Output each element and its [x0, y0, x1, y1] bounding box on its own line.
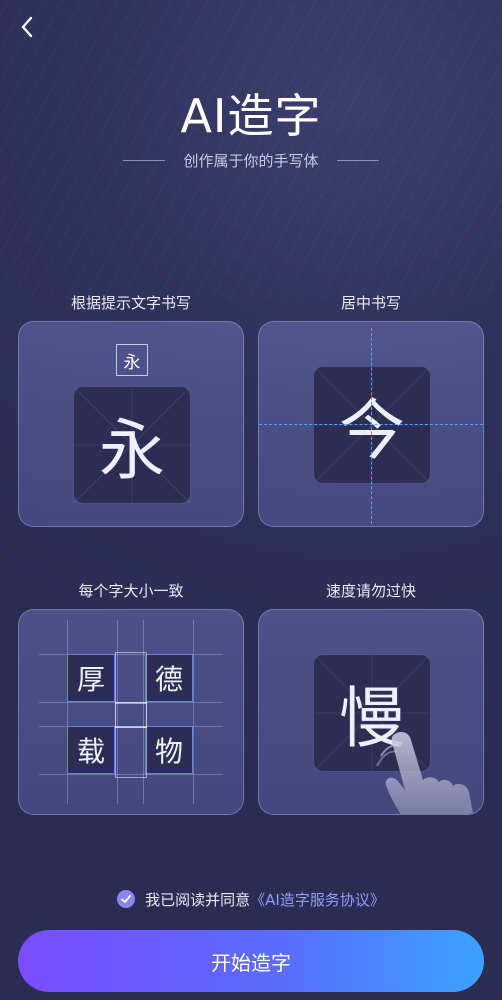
start-button[interactable]: 开始造字 — [18, 930, 484, 992]
divider-right — [336, 159, 379, 161]
tip-card-center: 今 — [258, 321, 484, 527]
subtitle: 创作属于你的手写体 — [0, 148, 502, 172]
writing-tile: 今 — [313, 366, 431, 484]
divider-left — [123, 159, 166, 161]
sample-char: 今 — [339, 392, 405, 469]
tip-card-prompt: 永 永 — [18, 321, 244, 527]
grid-char: 载 — [67, 726, 115, 774]
tip-card-size: 厚 德 载 物 — [18, 609, 244, 815]
writing-tile: 永 — [73, 386, 191, 504]
agreement-row: 我已阅读并同意 《AI造字服务协议》 — [0, 886, 502, 912]
grid-char: 物 — [145, 726, 193, 774]
tip-label-prompt: 根据提示文字书写 — [70, 294, 191, 312]
back-button[interactable] — [12, 12, 42, 42]
subtitle-text: 创作属于你的手写体 — [183, 151, 319, 170]
grid-char: 德 — [145, 654, 193, 702]
agreement-text: 我已阅读并同意 — [145, 890, 251, 909]
grid-gap-box — [115, 702, 147, 728]
grid-gap-box — [115, 726, 147, 778]
agreement-checkbox[interactable] — [117, 890, 136, 908]
tip-label-size: 每个字大小一致 — [78, 582, 184, 600]
hand-icon — [376, 732, 474, 814]
tip-card-speed: 慢 — [258, 609, 484, 815]
tip-label-center: 居中书写 — [340, 294, 401, 312]
sample-char: 永 — [99, 412, 165, 489]
chevron-left-icon — [21, 16, 33, 38]
check-icon — [121, 895, 132, 903]
center-guide-horizontal — [259, 424, 483, 425]
grid-gap-box — [115, 652, 147, 704]
grid-char: 厚 — [67, 654, 115, 702]
agreement-link[interactable]: 《AI造字服务协议》 — [250, 889, 385, 910]
grid-line — [193, 620, 194, 804]
center-guide-vertical — [371, 328, 372, 524]
tip-label-speed: 速度请勿过快 — [325, 582, 416, 600]
page-title: AI造字 — [180, 89, 322, 143]
grid-line — [67, 620, 68, 804]
hint-char-box: 永 — [116, 344, 148, 376]
